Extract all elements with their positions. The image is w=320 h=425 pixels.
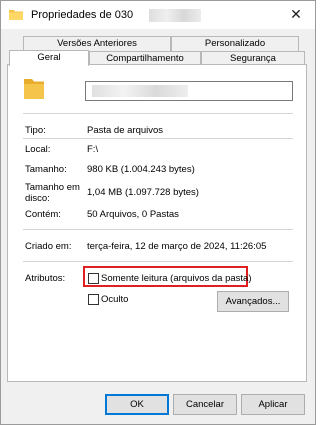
tab-geral[interactable]: Geral xyxy=(9,50,89,66)
tab-personalizado[interactable]: Personalizado xyxy=(171,36,299,52)
location-label: Local: xyxy=(25,144,51,155)
type-value: Pasta de arquivos xyxy=(87,125,164,136)
disk-size-value: 1,04 MB (1.097.728 bytes) xyxy=(87,187,199,198)
folder-icon xyxy=(9,10,23,20)
divider xyxy=(23,229,293,230)
contains-label: Contém: xyxy=(25,209,61,220)
advanced-button[interactable]: Avançados... xyxy=(217,291,289,312)
created-value: terça-feira, 12 de março de 2024, 11:26:… xyxy=(87,241,267,252)
tab-panel-geral xyxy=(7,64,307,382)
disk-size-label-line1: Tamanho em xyxy=(25,182,80,193)
tab-seguranca[interactable]: Segurança xyxy=(201,51,305,65)
created-label: Criado em: xyxy=(25,241,72,252)
cancel-button[interactable]: Cancelar xyxy=(173,394,237,415)
disk-size-label-line2: disco: xyxy=(25,193,50,204)
name-redacted-region xyxy=(92,85,188,97)
window-title: Propriedades de 030 xyxy=(31,9,134,21)
contains-value: 50 Arquivos, 0 Pastas xyxy=(87,209,179,220)
ok-button[interactable]: OK xyxy=(105,394,169,415)
size-label: Tamanho: xyxy=(25,164,67,175)
properties-dialog: Propriedades de 030 ✕ Versões Anteriores… xyxy=(0,0,316,425)
size-value: 980 KB (1.004.243 bytes) xyxy=(87,164,195,175)
type-label: Tipo: xyxy=(25,125,46,136)
divider xyxy=(23,113,293,114)
hidden-checkbox[interactable] xyxy=(88,294,99,305)
tab-compartilhamento[interactable]: Compartilhamento xyxy=(89,51,201,65)
hidden-label[interactable]: Oculto xyxy=(101,294,128,305)
readonly-label[interactable]: Somente leitura (arquivos da pasta) xyxy=(101,273,252,284)
title-redacted-region xyxy=(149,9,201,22)
divider xyxy=(23,261,293,262)
folder-large-icon xyxy=(24,79,44,99)
close-button[interactable]: ✕ xyxy=(281,3,311,25)
divider xyxy=(23,138,293,139)
folder-name-input[interactable] xyxy=(85,81,293,101)
title-bar: Propriedades de 030 ✕ xyxy=(1,1,315,29)
location-value: F:\ xyxy=(87,144,99,155)
apply-button[interactable]: Aplicar xyxy=(241,394,305,415)
attributes-label: Atributos: xyxy=(25,273,66,284)
readonly-checkbox[interactable] xyxy=(88,273,99,284)
